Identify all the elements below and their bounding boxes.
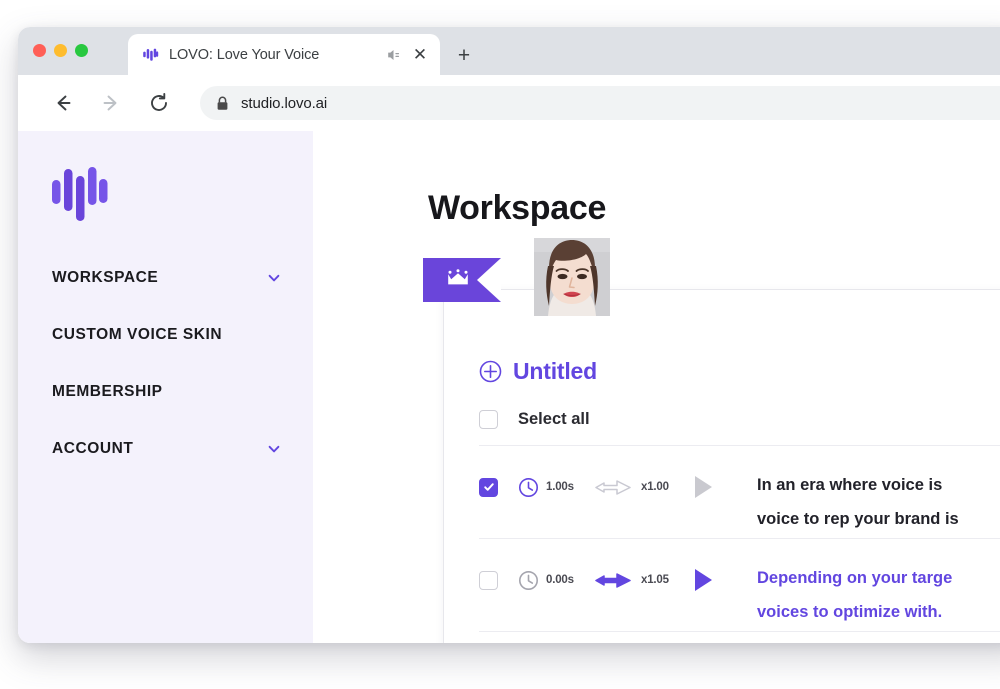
project-title[interactable]: Untitled: [513, 358, 597, 385]
reload-icon[interactable]: [142, 86, 176, 120]
chevron-down-icon[interactable]: [266, 441, 282, 457]
close-window-button[interactable]: [33, 44, 46, 57]
row-divider: [479, 631, 1000, 632]
sidebar-item-label: WORKSPACE: [52, 268, 159, 286]
app-sidebar: WORKSPACE CUSTOM VOICE SKIN MEMBERSHIP A…: [18, 131, 313, 643]
browser-window: LOVO: Love Your Voice ✕ + studio.lovo.ai…: [18, 27, 1000, 643]
sidebar-nav: WORKSPACE CUSTOM VOICE SKIN MEMBERSHIP A…: [52, 249, 292, 477]
tab-title: LOVO: Love Your Voice: [169, 46, 320, 63]
pro-badge[interactable]: [423, 258, 501, 302]
voice-block-text[interactable]: Depending on your targe voices to optimi…: [757, 561, 952, 629]
new-tab-button[interactable]: +: [450, 41, 478, 69]
speed-arrow-icon[interactable]: [595, 572, 632, 589]
select-all-label: Select all: [518, 410, 590, 428]
voice-block-text[interactable]: In an era where voice is voice to rep yo…: [757, 468, 959, 536]
page-viewport: WORKSPACE CUSTOM VOICE SKIN MEMBERSHIP A…: [18, 131, 1000, 643]
sidebar-item-label: CUSTOM VOICE SKIN: [52, 325, 223, 343]
window-controls: [33, 44, 88, 57]
clock-icon[interactable]: [518, 477, 539, 498]
browser-toolbar: studio.lovo.ai: [18, 75, 1000, 131]
close-icon[interactable]: ✕: [410, 45, 430, 65]
clock-icon[interactable]: [518, 570, 539, 591]
voice-block-duration: 1.00s: [546, 481, 574, 493]
voice-block-text-bold: targe: [911, 569, 953, 587]
crown-icon: [446, 268, 470, 292]
speed-arrow-icon[interactable]: [595, 479, 632, 496]
voice-block-text-line2: voices to optimize with.: [757, 603, 943, 621]
lovo-waveform-icon: [142, 46, 159, 63]
lovo-waveform-logo[interactable]: [51, 163, 109, 225]
lock-icon: [216, 96, 229, 111]
voice-block-row[interactable]: 1.00s x1.00 In an era where voice is voi…: [479, 446, 1000, 538]
chevron-down-icon[interactable]: [266, 270, 282, 286]
voice-block-checkbox[interactable]: [479, 570, 498, 590]
project-title-row[interactable]: Untitled: [479, 358, 597, 385]
voice-block-row[interactable]: 0.00s x1.05 Depending on your targe voic…: [479, 539, 1000, 631]
voice-block-controls: 1.00s x1.00: [479, 468, 715, 500]
address-bar-url: studio.lovo.ai: [241, 94, 328, 112]
play-icon[interactable]: [692, 567, 715, 593]
play-icon[interactable]: [692, 474, 715, 500]
voice-block-controls: 0.00s x1.05: [479, 561, 715, 593]
voice-block-list: 1.00s x1.00 In an era where voice is voi…: [479, 445, 1000, 632]
voice-block-text-line1: Depending on your: [757, 569, 912, 587]
browser-tabstrip: LOVO: Love Your Voice ✕ +: [18, 27, 1000, 75]
sidebar-item-membership[interactable]: MEMBERSHIP: [52, 363, 292, 420]
sidebar-item-account[interactable]: ACCOUNT: [52, 420, 292, 477]
voice-block-speed: x1.00: [641, 481, 669, 493]
sidebar-item-label: MEMBERSHIP: [52, 382, 163, 400]
sidebar-item-workspace[interactable]: WORKSPACE: [52, 249, 292, 306]
screenshot-stage: LOVO: Love Your Voice ✕ + studio.lovo.ai…: [0, 0, 1000, 689]
voice-block-checkbox[interactable]: [479, 477, 498, 497]
minimize-window-button[interactable]: [54, 44, 67, 57]
avatar[interactable]: [534, 238, 610, 316]
arrow-left-icon[interactable]: [46, 86, 80, 120]
browser-tab[interactable]: LOVO: Love Your Voice ✕: [128, 34, 440, 75]
arrow-right-icon[interactable]: [94, 86, 128, 120]
app-main-content: Workspace Untitled Select all 1.00s x1.0…: [313, 131, 1000, 643]
voice-block-speed: x1.05: [641, 574, 669, 586]
page-title: Workspace: [428, 189, 607, 227]
sidebar-item-custom-voice-skin[interactable]: CUSTOM VOICE SKIN: [52, 306, 292, 363]
sidebar-item-label: ACCOUNT: [52, 439, 134, 457]
maximize-window-button[interactable]: [75, 44, 88, 57]
select-all-row[interactable]: Select all: [479, 410, 590, 429]
plus-circle-icon[interactable]: [479, 360, 502, 383]
voice-block-text-line1: In an era where voice is: [757, 476, 943, 494]
voice-block-duration: 0.00s: [546, 574, 574, 586]
address-bar[interactable]: studio.lovo.ai: [200, 86, 1000, 120]
speaker-muted-icon[interactable]: [384, 45, 404, 65]
voice-block-text-line2: voice to rep your brand is: [757, 510, 959, 528]
select-all-checkbox[interactable]: [479, 410, 498, 429]
project-card: Untitled Select all 1.00s x1.00 In an er…: [443, 289, 1000, 643]
